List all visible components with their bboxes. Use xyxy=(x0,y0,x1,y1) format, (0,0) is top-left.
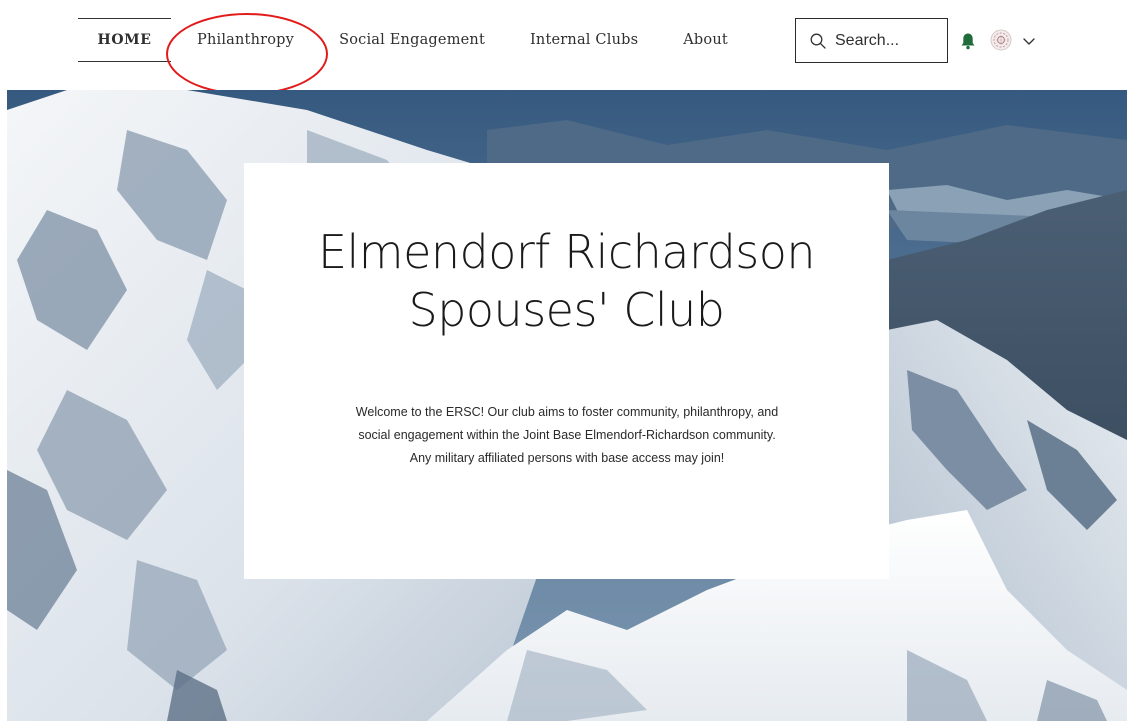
bell-icon[interactable] xyxy=(960,32,976,50)
hero-title: Elmendorf Richardson Spouses' Club xyxy=(244,223,889,339)
nav-item-social-engagement[interactable]: Social Engagement xyxy=(339,18,485,62)
nav-item-about[interactable]: About xyxy=(683,18,728,62)
search-icon xyxy=(809,32,827,50)
site-header: HOME Philanthropy Social Engagement Inte… xyxy=(0,0,1127,95)
hero-title-line-1: Elmendorf Richardson xyxy=(317,225,816,279)
nav-item-philanthropy[interactable]: Philanthropy xyxy=(197,18,294,62)
nav-item-home[interactable]: HOME xyxy=(78,18,171,62)
hero-title-line-2: Spouses' Club xyxy=(408,283,725,337)
nav-item-internal-clubs[interactable]: Internal Clubs xyxy=(530,18,638,62)
page: HOME Philanthropy Social Engagement Inte… xyxy=(0,0,1127,721)
search-box[interactable] xyxy=(795,18,948,63)
main-nav: HOME Philanthropy Social Engagement Inte… xyxy=(78,18,728,62)
hero-welcome-text: Welcome to the ERSC! Our club aims to fo… xyxy=(355,405,779,465)
avatar[interactable] xyxy=(990,29,1012,51)
search-input[interactable] xyxy=(835,31,943,50)
hero-card: Elmendorf Richardson Spouses' Club Welco… xyxy=(244,163,889,579)
chevron-down-icon[interactable] xyxy=(1022,34,1036,46)
